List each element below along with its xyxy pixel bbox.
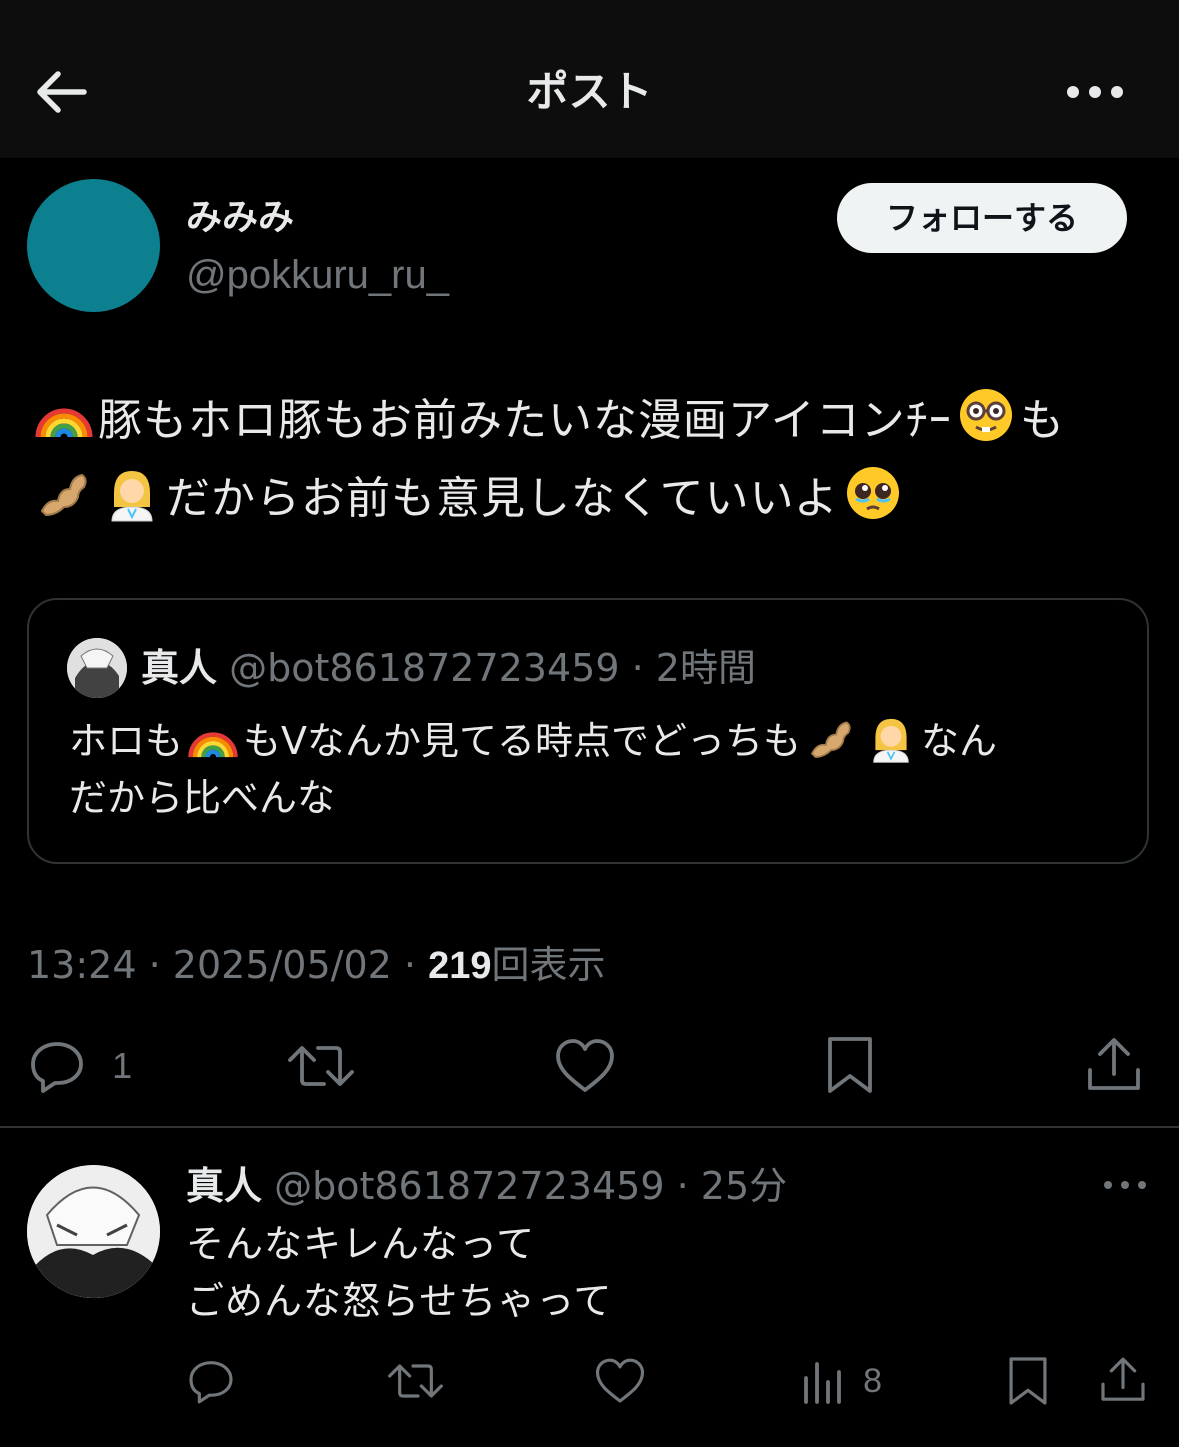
- quoted-text-part: だから比べんな: [69, 776, 336, 820]
- post-meta: 13:24 · 2025/05/02 · 219回表示: [27, 938, 606, 993]
- retweet-icon: [388, 1364, 443, 1398]
- author-avatar[interactable]: [27, 179, 160, 312]
- woman-health-worker-icon: [111, 471, 153, 522]
- more-icon[interactable]: [1100, 1170, 1150, 1200]
- ginger-icon: [810, 721, 851, 758]
- page-title: ポスト: [526, 67, 653, 116]
- bookmark-icon: [828, 1037, 872, 1093]
- view-count[interactable]: 219: [428, 945, 491, 987]
- bookmark-icon: [1009, 1357, 1047, 1405]
- retweet-button[interactable]: [288, 1036, 354, 1100]
- quoted-author-handle: @bot861872723459: [229, 646, 620, 690]
- quoted-post-card[interactable]: 真人 @bot861872723459 · 2時間 ホロも もVなんか見てる時点…: [27, 598, 1149, 864]
- quoted-author-avatar: [67, 638, 127, 698]
- post-text-part: も: [1019, 395, 1065, 446]
- reply-author-name[interactable]: 真人: [186, 1164, 262, 1208]
- reply-count: 1: [112, 1045, 133, 1086]
- like-button[interactable]: [554, 1036, 616, 1100]
- nerd-face-icon: [959, 389, 1012, 441]
- views-icon: [804, 1362, 841, 1404]
- reply-author-avatar[interactable]: [27, 1165, 160, 1298]
- like-icon: [556, 1039, 614, 1092]
- reply-text: そんなキレんなって ごめんな怒らせちゃって: [186, 1216, 612, 1330]
- reply-reply-button[interactable]: [186, 1356, 236, 1410]
- quoted-post-time: 2時間: [655, 646, 756, 690]
- rainbow-icon: [188, 732, 238, 758]
- reply-view-count: 8: [863, 1361, 883, 1400]
- separator: ·: [403, 943, 417, 987]
- post-text-part: 豚もホロ豚もお前みたいな漫画アイコンﾁｰ: [98, 395, 952, 446]
- retweet-icon: [288, 1046, 354, 1086]
- share-button[interactable]: [1084, 1034, 1144, 1100]
- reply-icon: [31, 1042, 83, 1093]
- quoted-text-part: なん: [921, 719, 998, 763]
- view-label: 回表示: [491, 943, 606, 987]
- separator: ·: [631, 646, 644, 690]
- quoted-post-header: 真人 @bot861872723459 · 2時間: [141, 640, 756, 696]
- post-date: 2025/05/02: [172, 943, 392, 987]
- reply-header: 真人 @bot861872723459 · 25分: [186, 1158, 787, 1214]
- quoted-author-name: 真人: [141, 646, 218, 690]
- reply-icon: [189, 1361, 233, 1404]
- reply-text-line: そんなキレんなって: [186, 1222, 536, 1266]
- separator: ·: [148, 943, 161, 987]
- bookmark-button[interactable]: [824, 1034, 876, 1100]
- reply-text-line: ごめんな怒らせちゃって: [186, 1279, 613, 1323]
- post-text: 豚もホロ豚もお前みたいな漫画アイコンﾁｰ も だからお前も意見しなくていいよ: [30, 382, 1150, 538]
- more-icon[interactable]: [1060, 68, 1130, 116]
- ginger-icon: [40, 473, 87, 517]
- reply-time: 25分: [700, 1164, 788, 1208]
- like-icon: [595, 1358, 645, 1403]
- reply-button[interactable]: 1: [27, 1036, 132, 1096]
- author-handle[interactable]: @pokkuru_ru_: [186, 248, 449, 302]
- quoted-post-text: ホロも もVなんか見てる時点でどっちも なんだから比べんな: [69, 712, 1119, 827]
- share-icon: [1088, 1038, 1140, 1090]
- post-time: 13:24: [27, 943, 137, 987]
- post-text-part: だからお前も意見しなくていいよ: [166, 473, 839, 524]
- share-icon: [1101, 1357, 1145, 1401]
- reply-retweet-button[interactable]: [388, 1356, 443, 1410]
- separator: ·: [676, 1164, 689, 1208]
- rainbow-icon: [35, 408, 93, 438]
- reply-bookmark-button[interactable]: [1006, 1354, 1050, 1412]
- pleading-face-icon: [846, 467, 899, 519]
- quoted-text-part: ホロも: [69, 719, 184, 763]
- author-display-name[interactable]: みみみ: [186, 193, 294, 243]
- reply-share-button[interactable]: [1098, 1354, 1148, 1410]
- woman-health-worker-icon: [873, 718, 909, 763]
- quoted-text-part: もVなんか見てる時点でどっちも: [243, 719, 802, 763]
- follow-button[interactable]: フォローする: [837, 183, 1127, 253]
- reply-author-handle[interactable]: @bot861872723459: [274, 1164, 664, 1208]
- reply-views-button[interactable]: 8: [800, 1356, 882, 1406]
- divider: [0, 1126, 1179, 1128]
- reply-like-button[interactable]: [594, 1356, 646, 1410]
